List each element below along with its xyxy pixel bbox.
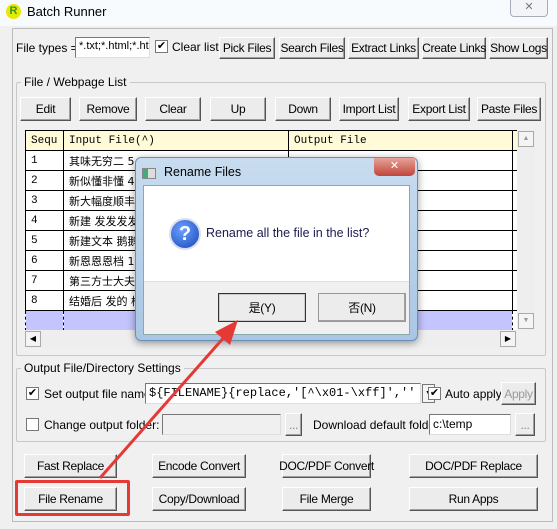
arrow-head-icon [215,320,238,345]
annotation-arrow [98,320,238,479]
arrow-line [98,334,228,479]
